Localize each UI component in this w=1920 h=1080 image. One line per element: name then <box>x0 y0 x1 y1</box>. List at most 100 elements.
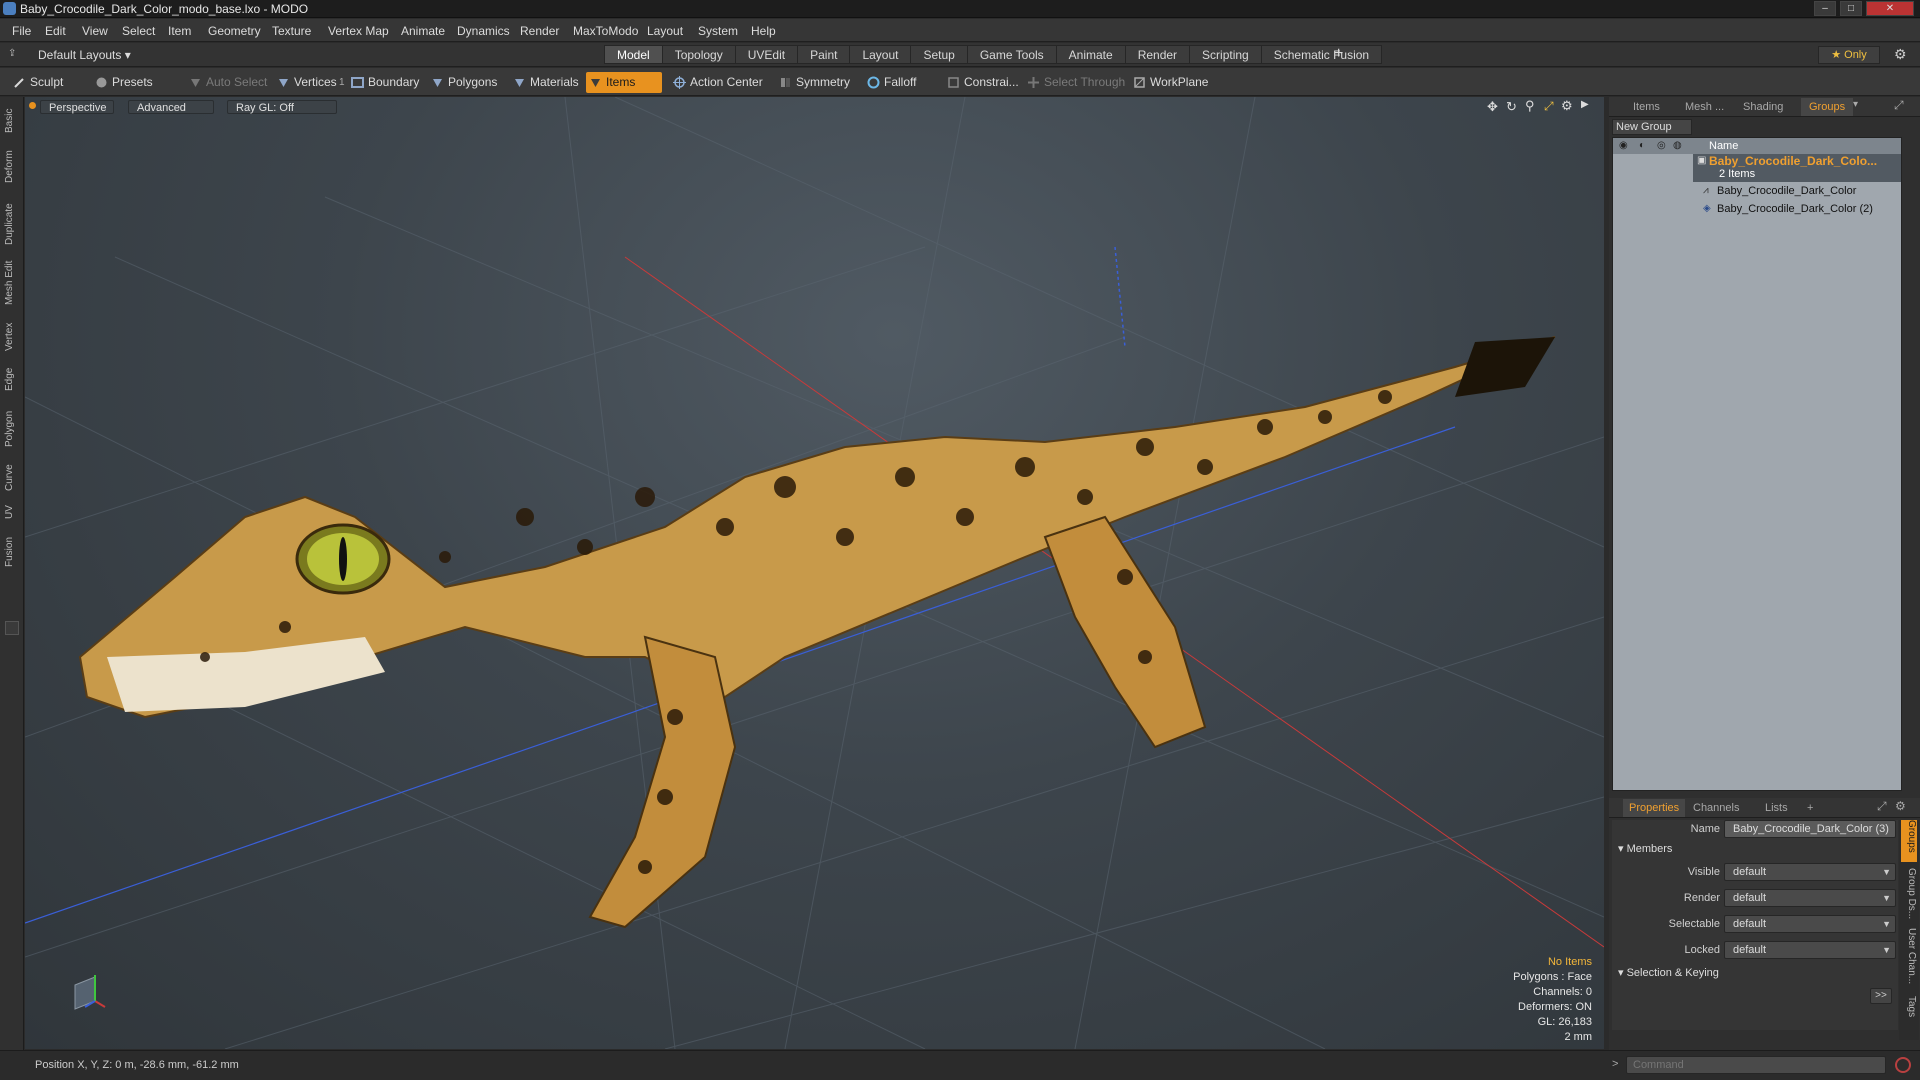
group-row-root[interactable]: ▣ Baby_Crocodile_Dark_Colo... 2 Items <box>1693 154 1901 182</box>
menu-item[interactable]: Item <box>168 24 191 38</box>
command-input[interactable] <box>1626 1056 1886 1074</box>
group-child-row[interactable]: ◈ Baby_Crocodile_Dark_Color (2) <box>1693 202 1901 218</box>
group-child-row[interactable]: ⩘ Baby_Crocodile_Dark_Color <box>1693 184 1901 200</box>
tab-uvedit[interactable]: UVEdit <box>734 45 798 64</box>
tab-channels[interactable]: Channels <box>1693 799 1739 817</box>
new-group-button[interactable]: New Group <box>1612 119 1692 135</box>
side-tab-edge[interactable]: Edge <box>4 361 20 391</box>
raygl-button[interactable]: Ray GL: Off <box>227 100 337 114</box>
tab-setup[interactable]: Setup <box>910 45 967 64</box>
selection-keying-section[interactable]: ▾ Selection & Keying <box>1618 966 1719 979</box>
viewport-expand-icon[interactable]: ▶ <box>1581 99 1589 110</box>
menu-geometry[interactable]: Geometry <box>208 24 261 38</box>
panel-tab-shading[interactable]: Shading <box>1743 98 1783 116</box>
locked-dropdown[interactable]: default ▼ <box>1724 941 1896 959</box>
render-dropdown[interactable]: default ▼ <box>1724 889 1896 907</box>
minimize-button[interactable]: – <box>1814 1 1836 16</box>
tab-topology[interactable]: Topology <box>661 45 735 64</box>
pan-icon[interactable]: ✥ <box>1487 99 1498 115</box>
tab-game-tools[interactable]: Game Tools <box>966 45 1056 64</box>
side-tab-tags[interactable]: Tags <box>1901 996 1917 1026</box>
menu-file[interactable]: File <box>12 24 31 38</box>
side-tab-user-chan[interactable]: User Chan... <box>1901 928 1917 990</box>
3d-viewport[interactable]: Perspective Advanced Ray GL: Off ✥ ↻ ⚲ ⤢… <box>25 97 1604 1049</box>
tab-add[interactable]: + <box>1807 799 1813 817</box>
render-icon[interactable]: ◐ <box>1639 140 1645 151</box>
side-tab-mesh-edit[interactable]: Mesh Edit <box>4 255 20 305</box>
menu-maxtomodo[interactable]: MaxToModo <box>573 24 638 38</box>
side-tab-groups[interactable]: Groups <box>1901 820 1917 862</box>
menu-vertex-map[interactable]: Vertex Map <box>328 24 389 38</box>
rotate-icon[interactable]: ↻ <box>1506 99 1517 115</box>
panel-tabs-dropdown-icon[interactable]: ▾ <box>1853 99 1858 110</box>
members-section[interactable]: ▾ Members <box>1618 842 1672 855</box>
panel-tab-items[interactable]: Items <box>1633 98 1660 116</box>
materials-button[interactable]: Materials <box>510 72 579 93</box>
menu-render[interactable]: Render <box>520 24 559 38</box>
menu-layout[interactable]: Layout <box>647 24 683 38</box>
panel-expand-icon[interactable]: ⤢ <box>1894 98 1904 113</box>
menu-edit[interactable]: Edit <box>45 24 66 38</box>
lock-icon[interactable]: ◎ <box>1657 140 1666 151</box>
side-toggle-button[interactable] <box>5 621 19 635</box>
side-tab-vertex[interactable]: Vertex <box>4 315 20 351</box>
selectable-dropdown[interactable]: default ▼ <box>1724 915 1896 933</box>
name-field[interactable]: Baby_Crocodile_Dark_Color (3) <box>1724 820 1896 838</box>
side-tab-basic[interactable]: Basic <box>4 103 20 133</box>
symmetry-button[interactable]: Symmetry <box>776 72 850 93</box>
constraints-button[interactable]: Constrai... <box>944 72 1019 93</box>
menu-select[interactable]: Select <box>122 24 155 38</box>
side-tab-uv[interactable]: UV <box>4 499 20 519</box>
side-tab-deform[interactable]: Deform <box>4 143 20 183</box>
auto-select-button[interactable]: Auto Select <box>186 72 267 93</box>
tab-schematic-fusion[interactable]: Schematic Fusion <box>1260 45 1383 64</box>
vertices-button[interactable]: Vertices <box>274 72 338 93</box>
more-button[interactable]: >> <box>1870 988 1892 1004</box>
view-perspective-button[interactable]: Perspective <box>40 100 114 114</box>
panel-tab-groups[interactable]: Groups <box>1801 98 1854 116</box>
menu-view[interactable]: View <box>82 24 108 38</box>
select-icon[interactable]: ◍ <box>1673 140 1682 151</box>
add-tab-button[interactable]: + <box>1334 45 1343 63</box>
viewport-gear-icon[interactable]: ⚙ <box>1561 98 1573 114</box>
menu-help[interactable]: Help <box>751 24 776 38</box>
tab-lists[interactable]: Lists <box>1765 799 1788 817</box>
side-tab-duplicate[interactable]: Duplicate <box>4 193 20 245</box>
menu-texture[interactable]: Texture <box>272 24 311 38</box>
layout-arrow-icon[interactable]: ⇪ <box>8 48 20 60</box>
side-tab-fusion[interactable]: Fusion <box>4 527 20 567</box>
maximize-view-icon[interactable]: ⤢ <box>1544 99 1554 114</box>
sculpt-button[interactable]: Sculpt <box>10 72 90 93</box>
presets-button[interactable]: Presets <box>92 72 178 93</box>
zoom-icon[interactable]: ⚲ <box>1525 98 1535 114</box>
maximize-button[interactable]: □ <box>1840 1 1862 16</box>
select-through-button[interactable]: Select Through <box>1024 72 1125 93</box>
tab-render[interactable]: Render <box>1124 45 1190 64</box>
items-button[interactable]: Items <box>586 72 662 93</box>
crocodile-model[interactable] <box>78 336 1556 929</box>
viewport-menu-icon[interactable] <box>29 102 36 109</box>
gear-icon[interactable]: ⚙ <box>1894 46 1910 62</box>
layout-selector[interactable]: Default Layouts ▾ <box>38 48 131 62</box>
boundary-button[interactable]: Boundary <box>348 72 422 93</box>
tab-model[interactable]: Model <box>604 45 662 64</box>
menu-system[interactable]: System <box>698 24 738 38</box>
record-icon[interactable] <box>1895 1057 1911 1073</box>
properties-expand-icon[interactable]: ⤢ <box>1877 799 1887 814</box>
properties-gear-icon[interactable]: ⚙ <box>1895 799 1906 813</box>
tab-properties[interactable]: Properties <box>1623 799 1686 817</box>
side-tab-curve[interactable]: Curve <box>4 457 20 491</box>
falloff-button[interactable]: Falloff <box>864 72 928 93</box>
close-button[interactable]: ✕ <box>1866 1 1914 16</box>
polygons-button[interactable]: Polygons <box>428 72 500 93</box>
visibility-eye-icon[interactable]: ◉ <box>1619 140 1628 151</box>
tab-animate[interactable]: Animate <box>1055 45 1125 64</box>
tab-paint[interactable]: Paint <box>797 45 850 64</box>
panel-tab-mesh[interactable]: Mesh ... <box>1685 98 1724 116</box>
menu-animate[interactable]: Animate <box>401 24 445 38</box>
shading-advanced-button[interactable]: Advanced <box>128 100 214 114</box>
side-tab-group-ds[interactable]: Group Ds... <box>1901 868 1917 922</box>
action-center-button[interactable]: Action Center <box>670 72 766 93</box>
side-tab-polygon[interactable]: Polygon <box>4 401 20 447</box>
tab-layout[interactable]: Layout <box>849 45 911 64</box>
